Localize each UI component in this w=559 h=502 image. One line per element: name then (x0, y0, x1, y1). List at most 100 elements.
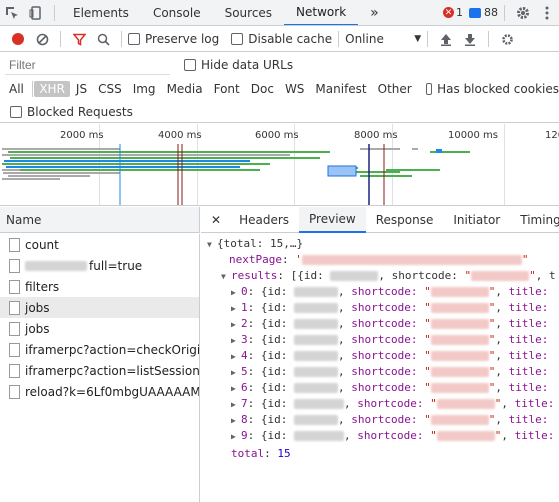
hide-data-urls-checkbox[interactable] (184, 59, 196, 71)
json-key: shortcode: (351, 333, 418, 346)
redacted-text (294, 351, 338, 361)
more-tabs-button[interactable]: » (358, 0, 391, 25)
gear-icon[interactable] (511, 0, 535, 25)
json-key: shortcode: (351, 301, 418, 314)
network-settings-icon[interactable] (495, 27, 519, 51)
blocked-requests-label: Blocked Requests (27, 104, 133, 119)
resource-type-filters: All XHR JS CSS Img Media Font Doc WS Man… (0, 78, 559, 100)
request-row-jobs[interactable]: jobs (0, 318, 199, 339)
has-blocked-cookies-checkbox[interactable] (425, 83, 433, 95)
divider (121, 31, 122, 47)
collapse-arrow-icon: ▶ (231, 288, 236, 297)
redacted-text (436, 399, 495, 409)
record-button[interactable] (12, 33, 24, 45)
name-column-header[interactable]: Name (0, 207, 200, 233)
file-icon (9, 363, 20, 378)
tab-elements[interactable]: Elements (61, 0, 141, 25)
tab-preview[interactable]: Preview (299, 206, 366, 233)
json-result-item[interactable]: ▶ 7: {id: , shortcode: " ", title: (231, 396, 554, 412)
json-result-item[interactable]: ▶ 2: {id: , shortcode: " ", title: (231, 316, 548, 332)
type-filter-img[interactable]: Img (128, 81, 161, 97)
network-overview-timeline[interactable]: 2000 ms 4000 ms 6000 ms 8000 ms 10000 ms… (0, 124, 559, 206)
collapse-arrow-icon: ▶ (231, 304, 236, 313)
tab-console[interactable]: Console (141, 0, 213, 25)
redacted-text (301, 255, 522, 265)
json-key: title: (508, 413, 549, 426)
json-index: 8 (241, 413, 248, 426)
disable-cache-checkbox[interactable] (231, 33, 244, 45)
error-count: 1 (456, 6, 463, 19)
json-preview: ▼ {total: 15,…} nextPage: ' " ▼ results: [{… (201, 236, 559, 502)
search-icon[interactable] (91, 27, 115, 51)
type-filter-font[interactable]: Font (209, 81, 245, 97)
type-filter-ws[interactable]: WS (280, 81, 309, 97)
export-har-icon[interactable] (458, 27, 482, 51)
kebab-menu-icon[interactable] (535, 0, 559, 25)
disable-cache-label: Disable cache (248, 32, 333, 46)
json-result-item[interactable]: ▶ 5: {id: , shortcode: " ", title: (231, 364, 548, 380)
throttling-select[interactable]: Online ▼ (345, 32, 421, 46)
collapse-arrow-icon: ▶ (231, 400, 236, 409)
filter-icon[interactable] (67, 27, 91, 51)
request-row-jobs-selected[interactable]: jobs (0, 297, 199, 318)
inspect-element-icon[interactable] (0, 0, 24, 25)
import-har-icon[interactable] (434, 27, 458, 51)
json-summary: [{id: (290, 269, 324, 282)
request-row-iframerpc-check-origin[interactable]: iframerpc?action=checkOrigin... (0, 339, 199, 360)
json-result-item[interactable]: ▶ 0: {id: , shortcode: " ", title: (231, 284, 548, 300)
blocked-requests-checkbox[interactable] (10, 105, 22, 118)
json-result-item[interactable]: ▶ 9: {id: , shortcode: " ", title: (231, 428, 554, 444)
preserve-log-checkbox[interactable] (128, 33, 140, 45)
json-key: shortcode: (351, 285, 418, 298)
redacted-text (430, 415, 489, 425)
type-filter-all[interactable]: All (4, 81, 29, 97)
close-detail-button[interactable]: ✕ (201, 207, 229, 233)
type-filter-doc[interactable]: Doc (246, 81, 279, 97)
json-summary: , shortcode: (378, 269, 458, 282)
request-row-reload[interactable]: reload?k=6Lf0mbgUAAAAAM... (0, 381, 199, 402)
json-results-node[interactable]: ▼ results: [{id: , shortcode: " ", t (221, 268, 556, 284)
request-row-iframerpc-list-sessions[interactable]: iframerpc?action=listSessions... (0, 360, 199, 381)
device-toolbar-icon[interactable] (24, 0, 48, 25)
name-column-label: Name (6, 213, 42, 227)
file-icon (9, 321, 20, 336)
collapse-arrow-icon: ▶ (231, 320, 236, 329)
tab-response[interactable]: Response (366, 207, 444, 233)
json-next-page: nextPage: ' " (229, 253, 529, 266)
tab-headers[interactable]: Headers (229, 207, 299, 233)
request-row-count[interactable]: count (0, 234, 199, 255)
divider (338, 31, 340, 47)
request-name: iframerpc?action=checkOrigin... (25, 342, 199, 357)
tab-sources[interactable]: Sources (213, 0, 284, 25)
json-result-item[interactable]: ▶ 1: {id: , shortcode: " ", title: (231, 300, 548, 316)
json-key: title: (514, 429, 555, 442)
type-filter-js[interactable]: JS (71, 81, 92, 97)
devtools-tabbar: Elements Console Sources Network » ✕ 1 8… (0, 0, 559, 26)
type-filter-media[interactable]: Media (162, 81, 208, 97)
redacted-text (294, 303, 338, 313)
tab-network[interactable]: Network (284, 0, 359, 25)
redacted-text (436, 431, 495, 441)
filter-input[interactable] (5, 55, 170, 75)
redacted-text (294, 335, 338, 345)
json-result-item[interactable]: ▶ 6: {id: , shortcode: " ", title: (231, 380, 548, 396)
request-name: count (25, 237, 59, 252)
json-result-item[interactable]: ▶ 3: {id: , shortcode: " ", title: (231, 332, 548, 348)
redacted-text (430, 367, 489, 377)
json-root-node[interactable]: ▼ {total: 15,…} (207, 236, 303, 252)
redacted-text (294, 367, 338, 377)
request-row[interactable]: full=true (0, 255, 199, 276)
type-filter-other[interactable]: Other (373, 81, 417, 97)
request-row-filters[interactable]: filters (0, 276, 199, 297)
error-counter[interactable]: ✕ 1 88 (443, 6, 498, 19)
type-filter-xhr[interactable]: XHR (34, 81, 70, 97)
divider (54, 4, 55, 21)
type-filter-manifest[interactable]: Manifest (310, 81, 371, 97)
hide-data-urls-label: Hide data URLs (201, 58, 294, 72)
type-filter-css[interactable]: CSS (93, 81, 127, 97)
json-result-item[interactable]: ▶ 4: {id: , shortcode: " ", title: (231, 348, 548, 364)
clear-icon[interactable] (30, 27, 54, 51)
tab-timing[interactable]: Timing (510, 207, 559, 233)
tab-initiator[interactable]: Initiator (443, 207, 510, 233)
json-result-item[interactable]: ▶ 8: {id: , shortcode: " ", title: (231, 412, 548, 428)
